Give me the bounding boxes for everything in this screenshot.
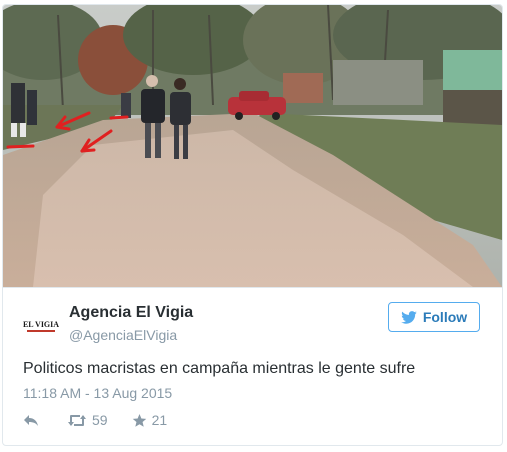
user-handle[interactable]: @AgenciaElVigia (69, 327, 177, 343)
display-name[interactable]: Agencia El Vigia (69, 304, 193, 322)
retweet-icon (68, 414, 86, 426)
tweet-actions: 59 21 (23, 412, 167, 428)
card-divider (3, 287, 502, 288)
twitter-bird-icon (401, 310, 417, 324)
avatar[interactable]: EL VIGIA (23, 307, 59, 343)
tweet-photo[interactable] (3, 5, 502, 287)
tweet-timestamp[interactable]: 11:18 AM - 13 Aug 2015 (23, 385, 172, 401)
tweet-text: Politicos macristas en campaña mientras … (23, 360, 416, 377)
star-icon (132, 413, 146, 427)
favorite-button[interactable]: 21 (132, 412, 168, 428)
reply-icon (24, 415, 38, 426)
follow-label: Follow (422, 309, 468, 325)
avatar-logo-text: EL VIGIA (23, 320, 59, 329)
tweet-card: EL VIGIA Agencia El Vigia @AgenciaElVigi… (2, 4, 503, 446)
retweet-button[interactable]: 59 (67, 412, 108, 428)
retweet-count: 59 (92, 412, 108, 428)
favorite-count: 21 (151, 412, 168, 428)
reply-button[interactable] (23, 413, 39, 427)
follow-button[interactable]: Follow (388, 302, 480, 332)
